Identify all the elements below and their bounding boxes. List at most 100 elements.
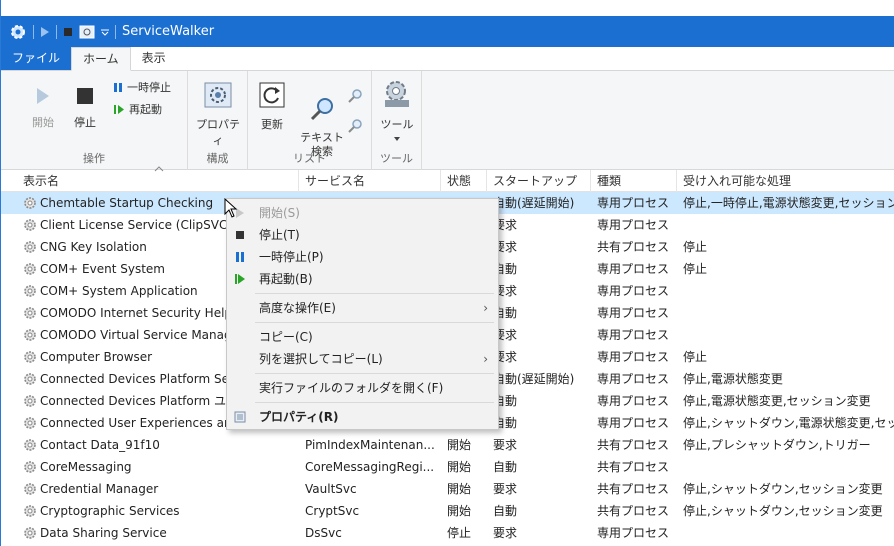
- properties-icon: [204, 82, 232, 108]
- tab-home[interactable]: ホーム: [71, 47, 131, 71]
- stop-icon[interactable]: [63, 27, 73, 37]
- state-cell: 開始: [447, 460, 472, 474]
- group-list: 更新 テキスト 検索 リスト: [248, 71, 372, 170]
- table-row[interactable]: CoreMessaging CoreMessagingRegi... 開始 自動 共有プ…: [1, 456, 894, 478]
- menu-copy-columns[interactable]: 列を選択してコピー(L) ›: [227, 348, 498, 370]
- stop-label: 停止: [74, 116, 96, 129]
- display-name-cell: Data Sharing Service: [17, 522, 299, 544]
- startup-cell: 自動: [493, 306, 518, 320]
- accepted-controls-cell: [677, 324, 894, 346]
- display-name-text: COMODO Internet Security Help: [40, 306, 233, 320]
- column-header-type[interactable]: 種類: [591, 170, 677, 192]
- type-cell: 専用プロセス: [597, 394, 670, 408]
- type-cell: 専用プロセス: [597, 284, 670, 298]
- service-name-cell: PimIndexMaintenan...: [305, 438, 435, 452]
- pause-icon: [236, 252, 244, 262]
- pause-button[interactable]: 一時停止: [113, 79, 171, 95]
- accepted-controls-cell: 停止: [683, 240, 708, 254]
- tab-file[interactable]: ファイル: [1, 47, 72, 70]
- service-gear-icon: [24, 197, 36, 209]
- table-row[interactable]: Credential Manager VaultSvc 開始 要求 共有プロセス 停止,シ…: [1, 478, 894, 500]
- accepted-controls-cell: 停止,電源状態変更: [683, 372, 783, 386]
- menu-copy[interactable]: コピー(C): [227, 326, 498, 348]
- menu-separator: [255, 293, 494, 294]
- type-cell: 共有プロセス: [597, 240, 670, 254]
- refresh-icon: [259, 82, 285, 108]
- stop-button[interactable]: 停止: [65, 85, 105, 130]
- accepted-controls-cell: [677, 302, 894, 324]
- start-button[interactable]: 開始: [23, 85, 63, 130]
- type-cell: 専用プロセス: [597, 416, 670, 430]
- stop-icon: [77, 88, 93, 104]
- display-name-text: Contact Data_91f10: [40, 438, 160, 452]
- service-gear-icon: [24, 351, 36, 363]
- window-title: ServiceWalker: [122, 24, 215, 39]
- service-name-cell: CryptSvc: [305, 504, 360, 518]
- restart-label: 再起動: [129, 103, 162, 116]
- menu-separator: [255, 402, 494, 403]
- menu-restart[interactable]: 再起動(B): [227, 268, 498, 290]
- properties-button[interactable]: プロパティ: [192, 81, 244, 148]
- service-gear-icon: [24, 439, 36, 451]
- app-gear-icon[interactable]: [9, 23, 27, 41]
- tools-button[interactable]: ツール: [376, 79, 418, 145]
- service-gear-icon: [24, 505, 36, 517]
- menu-separator: [255, 373, 494, 374]
- startup-cell: 自動: [493, 460, 518, 474]
- restart-icon: [114, 104, 124, 114]
- menu-properties[interactable]: プロパティ(R): [227, 406, 498, 428]
- menu-stop[interactable]: 停止(T): [227, 224, 498, 246]
- service-gear-icon: [24, 307, 36, 319]
- state-cell: 開始: [447, 438, 472, 452]
- menu-copy-columns-label: 列を選択してコピー(L): [259, 352, 383, 366]
- column-header-accepted-controls[interactable]: 受け入れ可能な処理: [677, 170, 894, 192]
- menu-open-folder[interactable]: 実行ファイルのフォルダを開く(F): [227, 377, 498, 399]
- menu-start[interactable]: 開始(S): [227, 202, 498, 224]
- menu-pause[interactable]: 一時停止(P): [227, 246, 498, 268]
- service-gear-icon: [24, 417, 36, 429]
- column-header-state[interactable]: 状態: [441, 170, 487, 192]
- restart-button[interactable]: 再起動: [113, 101, 162, 117]
- accepted-controls-cell: [677, 214, 894, 236]
- display-name-text: Data Sharing Service: [40, 526, 167, 540]
- submenu-arrow-icon: ›: [483, 352, 488, 366]
- accepted-controls-cell: 停止: [683, 262, 708, 276]
- group-tools: ツール ツール: [372, 71, 422, 170]
- table-row[interactable]: Cryptographic Services CryptSvc 開始 自動 共有プロセス…: [1, 500, 894, 522]
- table-row[interactable]: Contact Data_91f10 PimIndexMaintenan... 開始…: [1, 434, 894, 456]
- type-cell: 専用プロセス: [597, 350, 670, 364]
- play-icon: [37, 88, 49, 104]
- refresh-button[interactable]: 更新: [254, 81, 290, 132]
- quick-access-dropdown-icon[interactable]: [101, 28, 109, 36]
- pause-label: 一時停止: [127, 81, 171, 94]
- display-name-text: Connected User Experiences and: [40, 416, 240, 430]
- accepted-controls-cell: 停止,シャットダウン,セッション変更: [683, 482, 883, 496]
- type-cell: 共有プロセス: [597, 438, 670, 452]
- display-name-text: COMODO Virtual Service Manag: [40, 328, 232, 342]
- mouse-cursor-icon: [224, 198, 238, 218]
- state-cell: 開始: [447, 482, 472, 496]
- startup-cell: 自動(遅延開始): [493, 196, 575, 210]
- refresh-label: 更新: [261, 118, 283, 131]
- type-cell: 専用プロセス: [597, 328, 670, 342]
- play-icon[interactable]: [40, 26, 50, 38]
- properties-small-icon[interactable]: [79, 25, 95, 39]
- type-cell: 専用プロセス: [597, 306, 670, 320]
- startup-cell: 自動(遅延開始): [493, 372, 575, 386]
- column-header-service-name[interactable]: サービス名: [299, 170, 441, 192]
- state-cell: 停止: [447, 526, 472, 540]
- startup-cell: 自動: [493, 394, 518, 408]
- menu-advanced[interactable]: 高度な操作(E) ›: [227, 297, 498, 319]
- properties-label: プロパティ: [196, 118, 240, 147]
- startup-cell: 要求: [493, 328, 518, 342]
- find-prev-icon[interactable]: [346, 117, 364, 135]
- tab-view[interactable]: 表示: [131, 47, 177, 70]
- table-row[interactable]: Data Sharing Service DsSvc 停止 要求 専用プロセス: [1, 522, 894, 544]
- find-next-icon[interactable]: [346, 87, 364, 105]
- accepted-controls-cell: [677, 456, 894, 478]
- column-header-display-name[interactable]: 表示名: [17, 170, 299, 192]
- column-header-startup[interactable]: スタートアップ: [487, 170, 591, 192]
- accepted-controls-cell: 停止,電源状態変更,セッション変更: [683, 394, 871, 408]
- service-gear-icon: [24, 483, 36, 495]
- display-name-text: Chemtable Startup Checking: [40, 196, 214, 210]
